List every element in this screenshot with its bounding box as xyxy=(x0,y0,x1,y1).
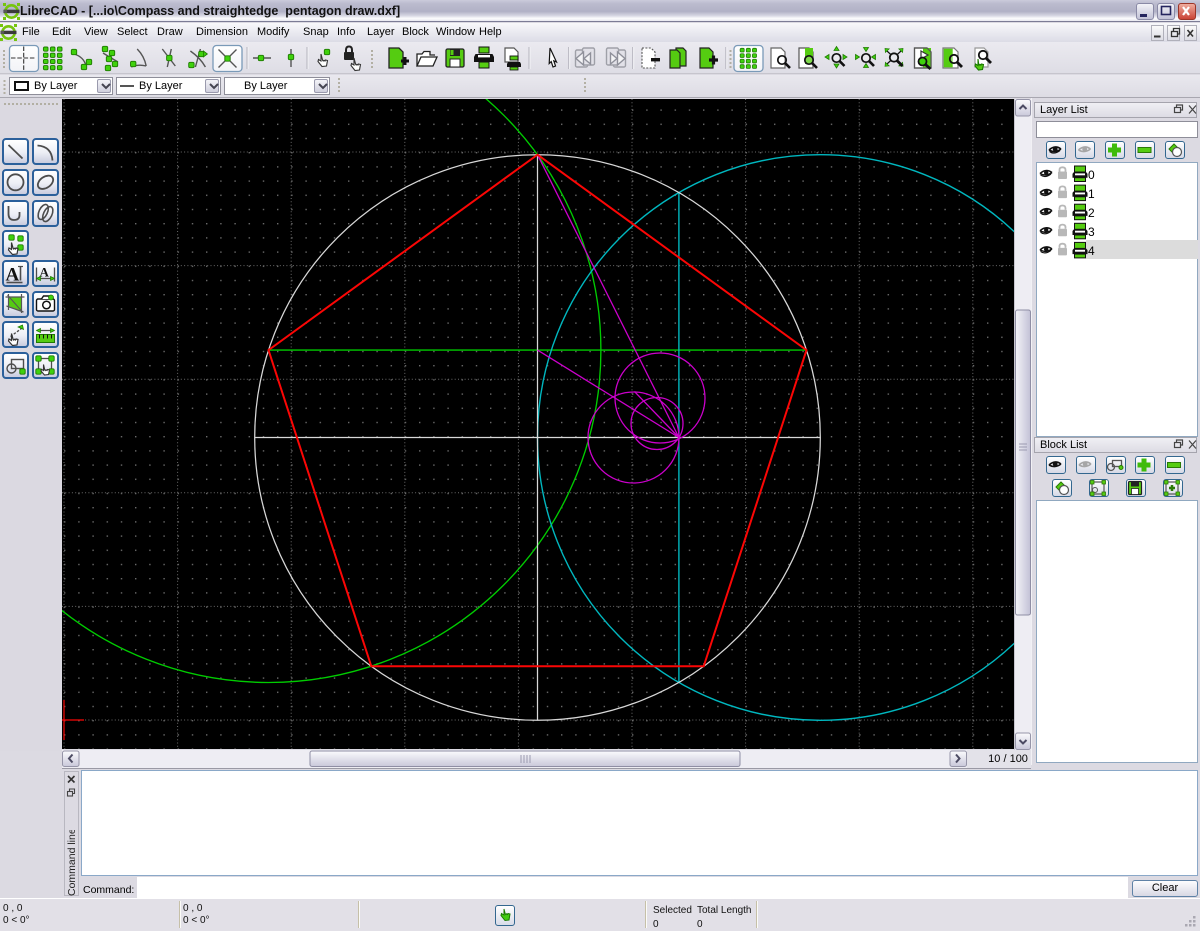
svg-text:Command line: Command line xyxy=(66,830,78,896)
svg-text:A: A xyxy=(40,265,50,280)
